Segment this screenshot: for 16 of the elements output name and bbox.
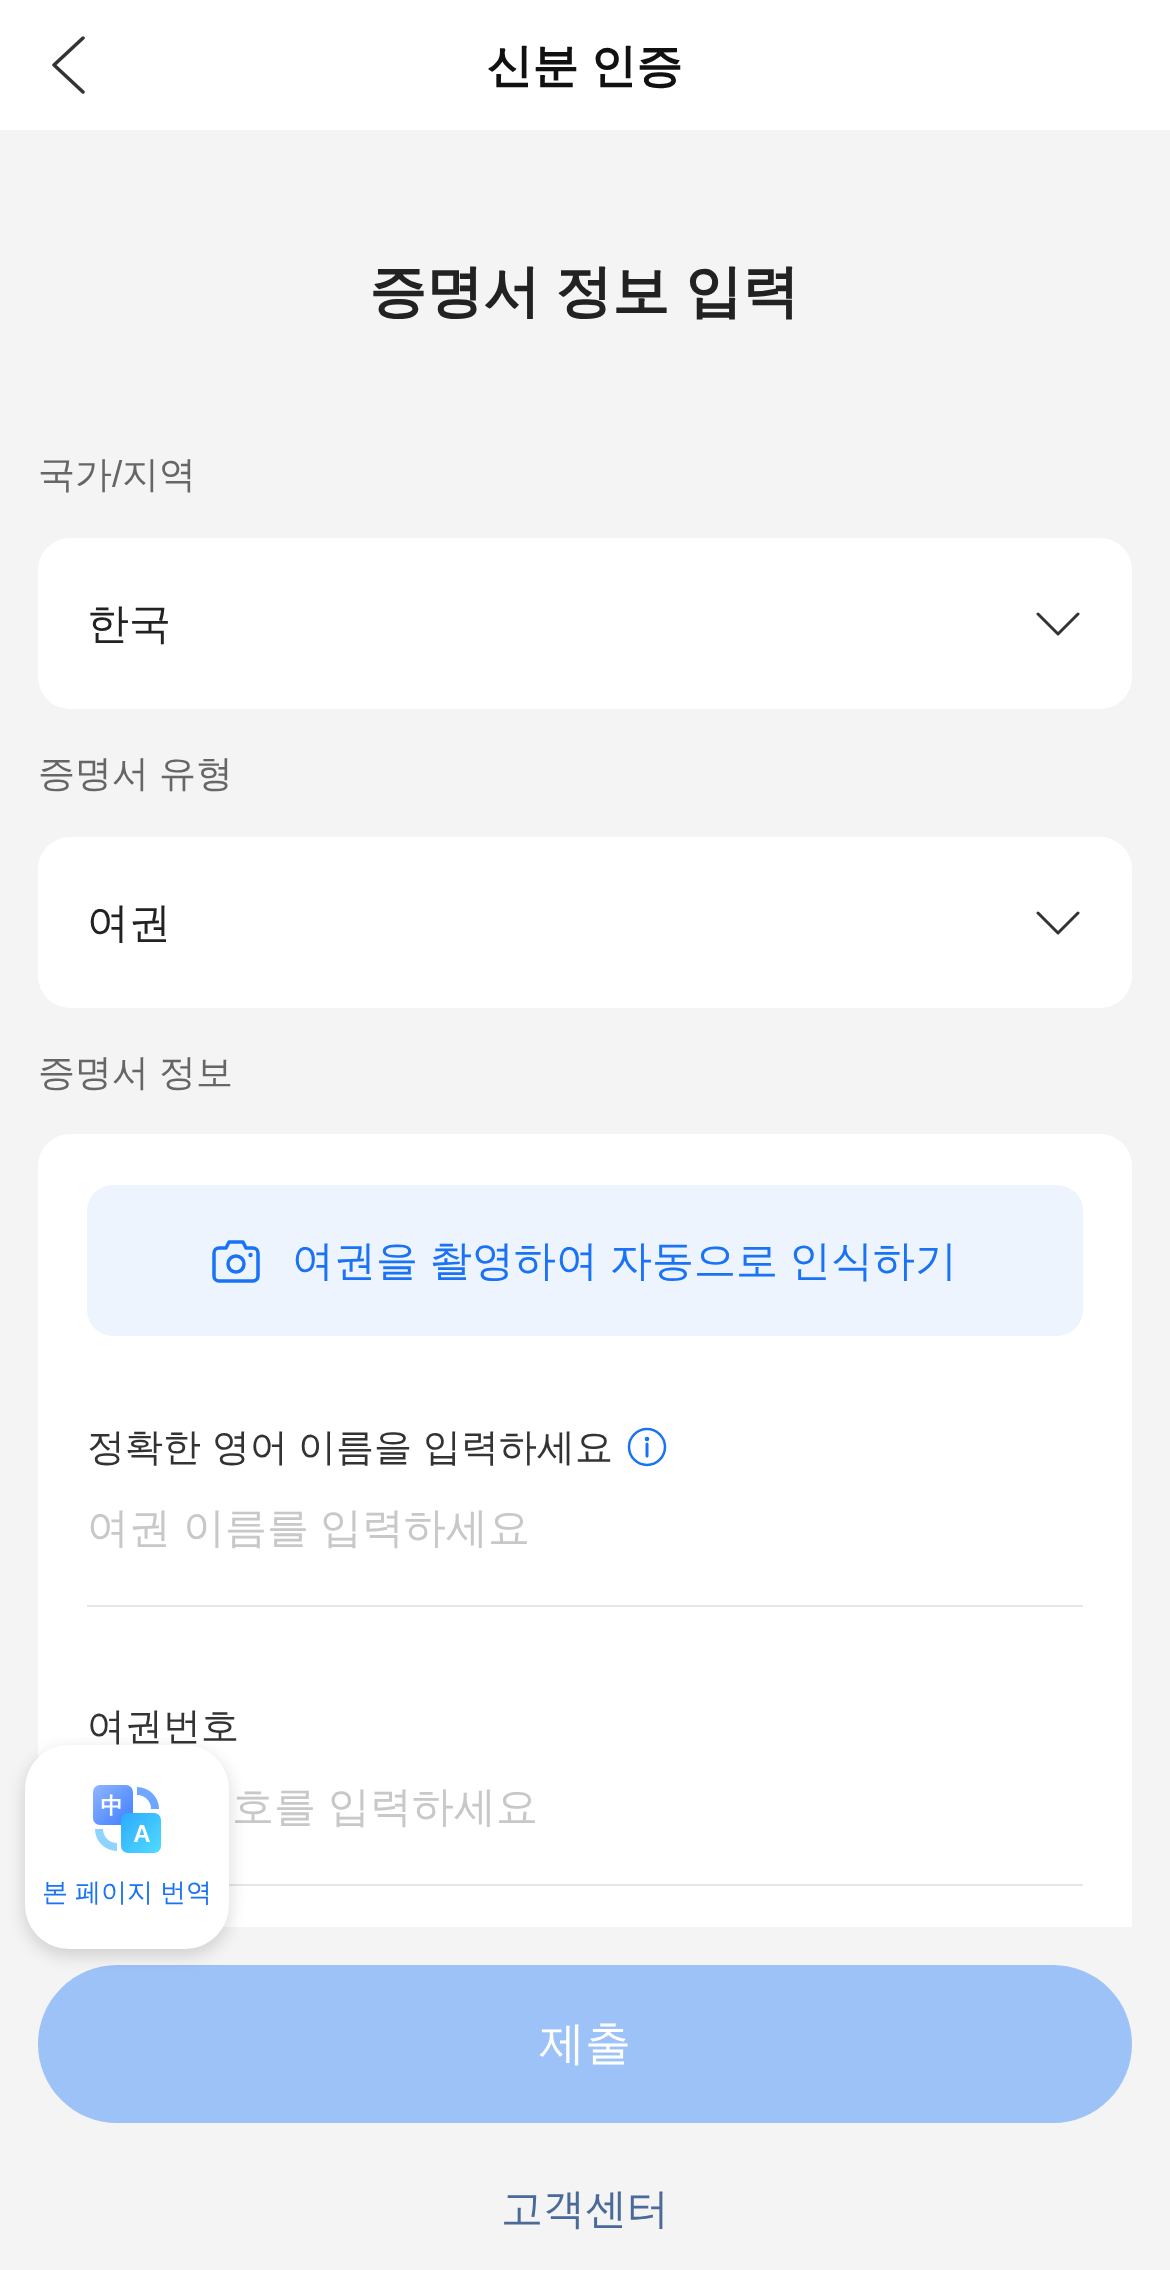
page-title: 신분 인증 bbox=[485, 38, 685, 93]
chevron-down-icon bbox=[1036, 910, 1080, 935]
dropdown-field[interactable]: 여권 bbox=[38, 837, 1132, 1008]
section-label: 증명서 정보 bbox=[38, 1051, 235, 1095]
dropdown-field[interactable]: 한국 bbox=[38, 538, 1132, 709]
chevron-left-icon bbox=[50, 36, 86, 94]
scan-passport-button[interactable]: 여권을 촬영하여 자동으로 인식하기 bbox=[87, 1185, 1083, 1336]
customer-center-link[interactable]: 고객센터 bbox=[501, 2179, 669, 2239]
field-label: 국가/지역 bbox=[38, 453, 198, 497]
form-heading: 증명서 정보 입력 bbox=[368, 257, 802, 324]
camera-icon bbox=[212, 1238, 261, 1283]
field-label: 정확한 영어 이름을 입력하세요 bbox=[87, 1425, 613, 1470]
field-label: 증명서 유형 bbox=[38, 752, 235, 796]
info-icon[interactable] bbox=[626, 1427, 667, 1467]
translate-page-button[interactable]: 中 A 본 페이지 번역 bbox=[25, 1745, 229, 1949]
chevron-down-icon bbox=[1036, 611, 1080, 636]
